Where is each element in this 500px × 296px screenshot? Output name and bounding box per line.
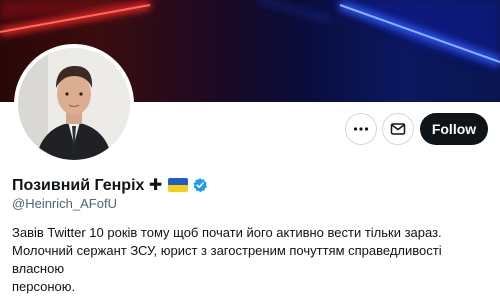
profile-avatar[interactable]: [14, 44, 134, 164]
ukraine-flag-icon: [168, 178, 189, 192]
verified-badge-icon[interactable]: [192, 177, 208, 193]
more-options-button[interactable]: [345, 113, 377, 145]
user-handle: @Heinrich_AFofU: [12, 196, 117, 211]
bio-line: персоною.: [12, 279, 76, 294]
flag-yellow-stripe: [168, 185, 189, 192]
envelope-icon: [390, 123, 406, 135]
follow-button[interactable]: Follow: [420, 113, 488, 145]
bio-line: Завів Twitter 10 років тому щоб почати й…: [12, 225, 442, 240]
avatar-image: [18, 48, 130, 160]
profile-name-row: Позивний Генріх ✚: [12, 174, 208, 196]
display-name: Позивний Генріх ✚: [12, 177, 163, 194]
bio-line: Молочний сержант ЗСУ, юрист з загострени…: [12, 243, 442, 276]
message-button[interactable]: [382, 113, 414, 145]
flag-blue-stripe: [168, 178, 189, 185]
profile-bio: Завів Twitter 10 років тому щоб почати й…: [12, 224, 492, 296]
more-horizontal-icon: [353, 127, 369, 131]
